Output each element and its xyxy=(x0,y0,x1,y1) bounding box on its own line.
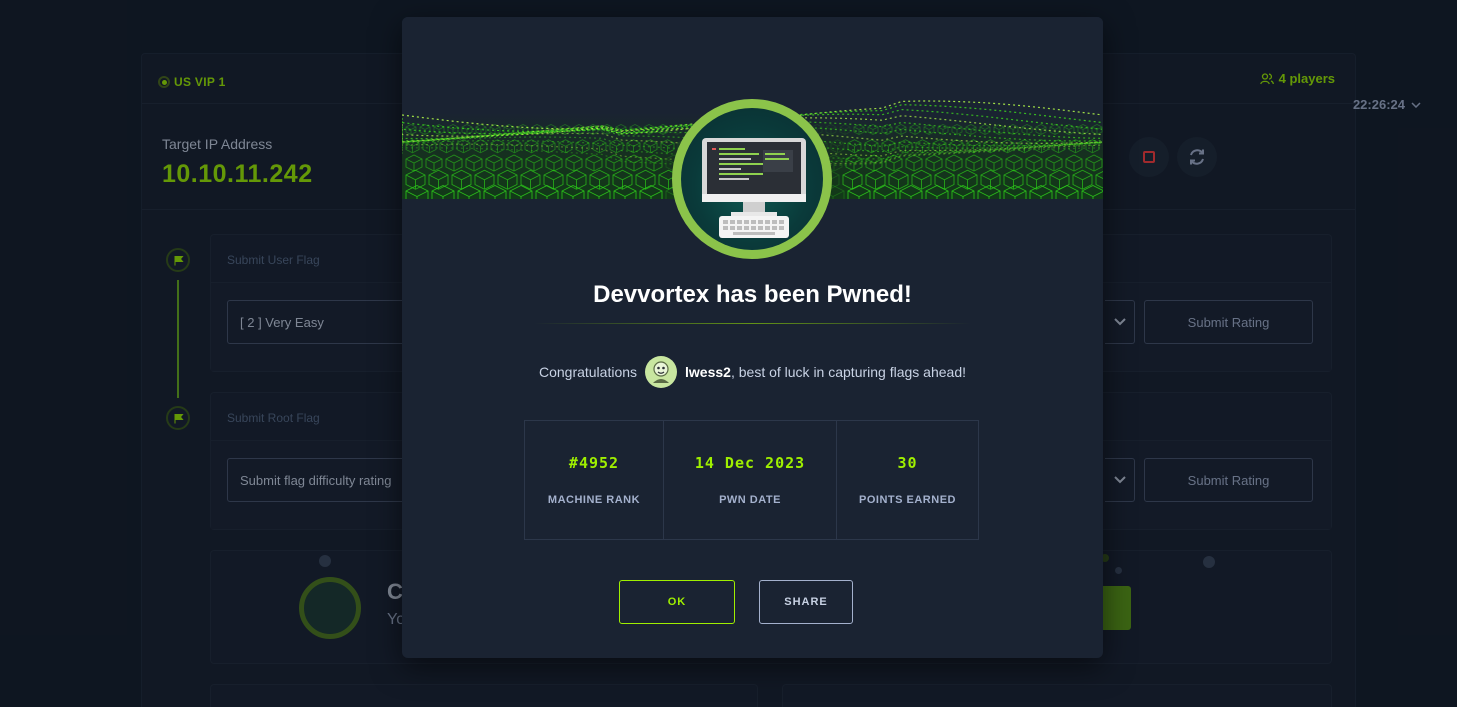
stat-pwn-date: 14 Dec 2023 PWN DATE xyxy=(664,421,837,539)
stat-value: 30 xyxy=(897,454,918,472)
machine-avatar-icon xyxy=(702,138,806,238)
stat-machine-rank: #4952 MACHINE RANK xyxy=(525,421,664,539)
stat-label: POINTS EARNED xyxy=(859,494,956,506)
username[interactable]: lwess2 xyxy=(685,364,731,380)
congrats-message: Congratulations lwess2, best of luck in … xyxy=(402,356,1103,388)
congrats-prefix: Congratulations xyxy=(538,364,638,380)
share-button[interactable]: SHARE xyxy=(759,580,853,624)
stat-label: MACHINE RANK xyxy=(547,494,641,506)
user-avatar-icon xyxy=(653,361,670,383)
modal-title: Devvortex has been Pwned! xyxy=(593,281,912,308)
congrats-suffix: , best of luck in capturing flags ahead! xyxy=(730,364,967,380)
ok-button[interactable]: OK xyxy=(619,580,735,624)
stat-label: PWN DATE xyxy=(719,494,781,506)
machine-avatar xyxy=(672,99,832,259)
stat-points-earned: 30 POINTS EARNED xyxy=(837,421,978,539)
pwn-stats: #4952 MACHINE RANK 14 Dec 2023 PWN DATE … xyxy=(524,420,979,540)
pwned-modal: Devvortex has been Pwned! Congratulation… xyxy=(402,17,1103,658)
title-divider xyxy=(534,323,971,324)
user-avatar[interactable] xyxy=(645,356,678,388)
stat-value: 14 Dec 2023 xyxy=(694,454,806,472)
stat-value: #4952 xyxy=(568,454,620,472)
